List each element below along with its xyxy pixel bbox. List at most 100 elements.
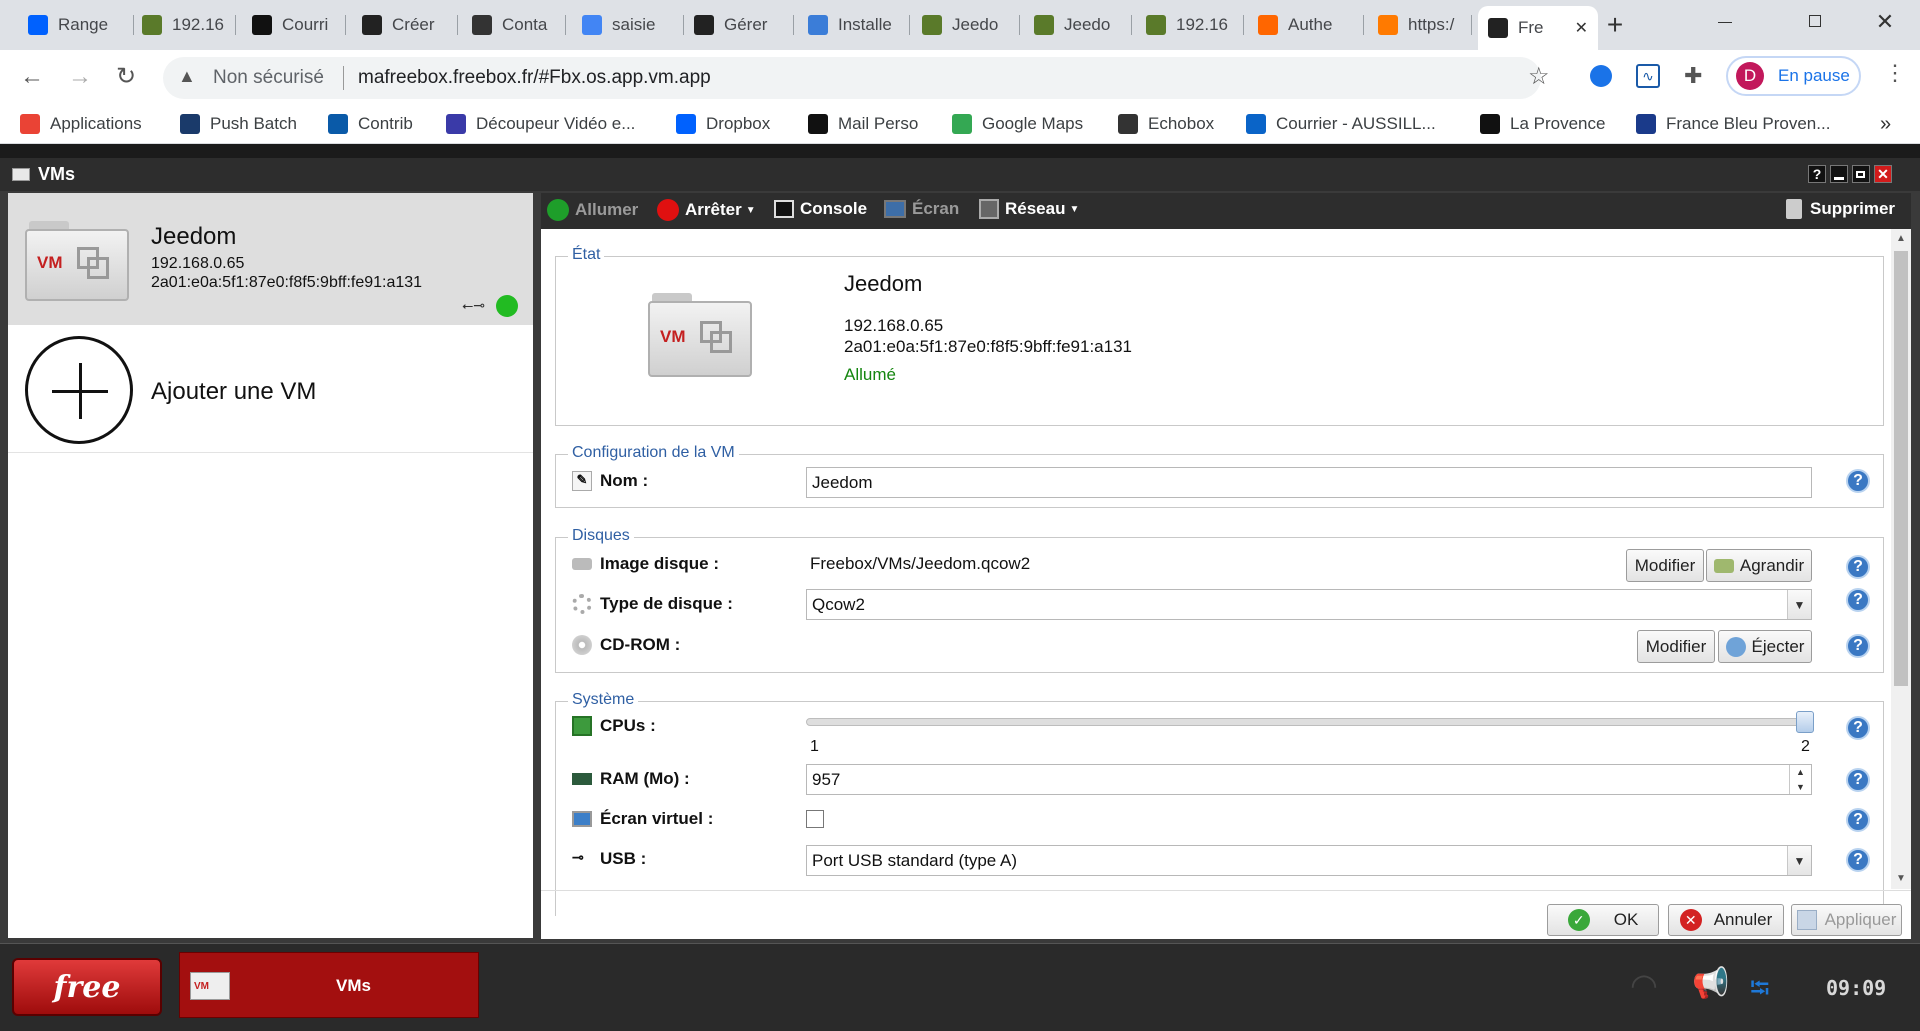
chevron-down-icon[interactable]: ▼ — [1787, 590, 1811, 619]
chevron-down-icon[interactable]: ▼ — [1796, 782, 1805, 792]
eject-button[interactable]: Éjecter — [1718, 630, 1812, 663]
help-icon[interactable]: ? — [1846, 588, 1870, 612]
disk-type-select[interactable]: Qcow2 ▼ — [806, 589, 1812, 620]
vm-ipv4: 192.168.0.65 — [151, 255, 245, 272]
help-icon[interactable]: ? — [1846, 555, 1870, 579]
browser-tab[interactable]: Conta — [462, 6, 566, 44]
megaphone-icon[interactable]: 📢 — [1692, 966, 1729, 1001]
close-window-button[interactable]: ✕ — [1870, 8, 1900, 36]
browser-tab[interactable]: Authe — [1248, 6, 1364, 44]
help-icon[interactable]: ? — [1846, 716, 1870, 740]
more-bookmarks-button[interactable]: » — [1880, 113, 1891, 136]
hard-disk-icon — [572, 558, 592, 570]
usb-tray-icon[interactable]: ⭾ — [1750, 970, 1770, 1014]
start-button[interactable]: Allumer — [547, 199, 638, 221]
forward-arrow-icon[interactable]: → — [68, 63, 92, 91]
chevron-up-icon[interactable]: ▲ — [1796, 767, 1805, 777]
minimize-app-button[interactable] — [1830, 165, 1848, 183]
console-label: Console — [800, 199, 868, 218]
minimize-window-button[interactable] — [1710, 10, 1740, 34]
browser-tab[interactable]: https:/ — [1368, 6, 1472, 44]
cpus-slider-handle[interactable] — [1796, 711, 1814, 733]
start-label: Allumer — [575, 200, 639, 219]
bookmark-item[interactable]: Echobox — [1118, 114, 1214, 134]
new-tab-button[interactable]: + — [1600, 9, 1630, 40]
bookmark-item[interactable]: Dropbox — [676, 114, 770, 134]
help-icon[interactable]: ? — [1846, 808, 1870, 832]
help-icon[interactable]: ? — [1846, 469, 1870, 493]
wifi-icon[interactable]: ◠ — [1630, 966, 1658, 1004]
taskbar-vm-app[interactable]: VM VMs — [179, 952, 479, 1018]
browser-tab[interactable]: Jeedo — [912, 6, 1020, 44]
close-tab-icon[interactable]: ✕ — [1575, 18, 1588, 38]
puzzle-extensions-icon[interactable]: ✚ — [1684, 63, 1702, 89]
browser-tab[interactable]: Installe — [798, 6, 910, 44]
stop-button[interactable]: Arrêter ▼ — [657, 199, 756, 221]
ok-button[interactable]: ✓ OK — [1547, 904, 1659, 936]
usb-select[interactable]: Port USB standard (type A) ▼ — [806, 845, 1812, 876]
browser-tab[interactable]: Courri — [242, 6, 346, 44]
scroll-up-arrow[interactable]: ▲ — [1896, 233, 1906, 244]
modify-disk-button[interactable]: Modifier — [1626, 549, 1704, 582]
network-button[interactable]: Réseau ▼ — [979, 199, 1079, 219]
restore-window-button[interactable] — [1800, 10, 1830, 34]
browser-tab[interactable]: 192.16 — [132, 6, 236, 44]
back-arrow-icon[interactable]: ← — [20, 63, 44, 91]
delete-button[interactable]: Supprimer — [1786, 199, 1895, 219]
bookmark-item[interactable]: Mail Perso — [808, 114, 918, 134]
extension-bookmark-icon[interactable] — [1590, 65, 1612, 87]
cancel-button[interactable]: ✕ Annuler — [1668, 904, 1784, 936]
tab-label: Créer — [392, 15, 435, 34]
bookmark-item[interactable]: Google Maps — [952, 114, 1083, 134]
enlarge-disk-button[interactable]: Agrandir — [1706, 549, 1812, 582]
browser-tab[interactable]: Créer — [352, 6, 458, 44]
browser-tab[interactable]: 192.16 — [1136, 6, 1244, 44]
profile-pause-button[interactable]: D En pause — [1726, 56, 1861, 96]
chevron-down-icon: ▼ — [1069, 203, 1080, 215]
bookmark-item[interactable]: Courrier - AUSSILL... — [1246, 114, 1436, 134]
browser-tab[interactable]: Fre ✕ — [1478, 6, 1598, 50]
close-app-button[interactable]: ✕ — [1874, 165, 1892, 183]
help-window-button[interactable]: ? — [1808, 165, 1826, 183]
add-vm-item[interactable]: Ajouter une VM — [8, 325, 533, 453]
restore-app-button[interactable] — [1852, 165, 1870, 183]
url-text[interactable]: mafreebox.freebox.fr/#Fbx.os.app.vm.app — [358, 67, 711, 89]
modify-cdrom-button[interactable]: Modifier — [1637, 630, 1715, 663]
browser-tab[interactable]: saisie — [572, 6, 684, 44]
help-icon[interactable]: ? — [1846, 634, 1870, 658]
content-scrollbar[interactable]: ▲ ▼ — [1891, 229, 1911, 889]
bookmark-item[interactable]: Contrib — [328, 114, 413, 134]
bookmark-item[interactable]: Push Batch — [180, 114, 297, 134]
url-separator — [343, 66, 344, 90]
scrollbar-thumb[interactable] — [1894, 251, 1908, 686]
bookmark-item[interactable]: Applications — [20, 114, 142, 134]
scroll-down-arrow[interactable]: ▼ — [1896, 873, 1906, 884]
free-logo-button[interactable]: free — [12, 958, 162, 1016]
avatar: D — [1736, 62, 1764, 90]
chevron-down-icon[interactable]: ▼ — [1787, 846, 1811, 875]
help-icon[interactable]: ? — [1846, 768, 1870, 792]
browser-menu-icon[interactable]: ⋮ — [1884, 60, 1906, 86]
security-label[interactable]: Non sécurisé — [213, 67, 324, 89]
help-icon[interactable]: ? — [1846, 848, 1870, 872]
reload-icon[interactable]: ↻ — [116, 62, 136, 91]
console-button[interactable]: Console — [774, 199, 867, 219]
apply-button[interactable]: Appliquer — [1791, 904, 1902, 936]
disk-image-path: Freebox/VMs/Jeedom.qcow2 — [810, 554, 1031, 573]
ram-stepper[interactable]: ▲ ▼ — [1789, 765, 1811, 794]
extension-chart-icon[interactable]: ∿ — [1636, 64, 1660, 88]
bookmark-item[interactable]: Découpeur Vidéo e... — [446, 114, 635, 134]
browser-tab[interactable]: Gérer — [684, 6, 794, 44]
vm-list-item-jeedom[interactable]: VM Jeedom 192.168.0.65 2a01:e0a:5f1:87e0… — [8, 193, 533, 325]
ram-input[interactable]: 957 ▲ ▼ — [806, 764, 1812, 795]
bookmark-star-icon[interactable]: ☆ — [1528, 62, 1550, 91]
cpus-slider-track[interactable] — [806, 718, 1812, 726]
tab-label: Authe — [1288, 15, 1333, 34]
virtual-screen-checkbox[interactable] — [806, 810, 824, 828]
bookmark-item[interactable]: France Bleu Proven... — [1636, 114, 1830, 134]
browser-tab[interactable]: Range — [18, 6, 134, 44]
screen-button[interactable]: Écran — [884, 199, 959, 219]
browser-tab[interactable]: Jeedo — [1024, 6, 1132, 44]
bookmark-item[interactable]: La Provence — [1480, 114, 1605, 134]
name-input[interactable]: Jeedom — [806, 467, 1812, 498]
